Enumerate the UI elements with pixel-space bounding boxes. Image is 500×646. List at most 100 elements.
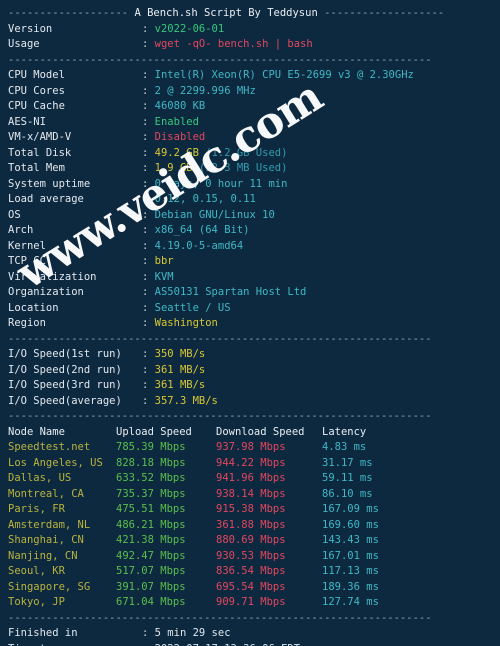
colon: : [142,69,155,81]
io-speed-1-value: 350 MB/s [154,348,206,360]
table-row: Seoul, KR 517.07 Mbps 836.54 Mbps 117.13 ms [8,564,492,580]
location-row: Location: Seattle / US [8,301,492,317]
terminal-window: ------------------- A Bench.sh Script By… [0,0,500,646]
total-disk-row: Total Disk: 49.2 GB (1.2 GB Used) [8,146,492,162]
colon: : [142,286,155,298]
latency: 189.36 ms [322,580,379,593]
colon: : [142,115,155,128]
organization-value: AS50131 Spartan Host Ltd [154,286,307,298]
node-name: Seoul, KR [8,565,65,577]
load-average-label: Load average [8,193,84,205]
colon: : [142,643,155,646]
download-speed: 836.54 Mbps [216,565,286,577]
finished-in-value: 5 min 29 sec [154,627,231,639]
upload-speed: 421.38 Mbps [116,534,186,546]
tcp-cc-value: bbr [154,255,174,267]
table-row: Tokyo, JP 671.04 Mbps 909.71 Mbps 127.74 ms [8,595,492,611]
system-uptime-value: 0 days, 0 hour 11 min [154,177,288,190]
table-row: Montreal, CA 735.37 Mbps 938.14 Mbps 86.10 … [8,487,492,503]
finished-in-label: Finished in [8,627,78,639]
colon: : [142,301,155,314]
latency: 31.17 ms [322,456,373,469]
upload-speed: 475.51 Mbps [116,503,186,515]
io-speed-avg-label: I/O Speed(average) [8,394,122,407]
table-row: Nanjing, CN 492.47 Mbps 930.53 Mbps 167.01 … [8,549,492,565]
io-speed-2-value: 361 MB/s [154,363,206,376]
cpu-cache-label: CPU Cache [8,100,65,112]
latency: 86.10 ms [322,487,373,500]
os-value: Debian GNU/Linux 10 [154,208,275,221]
region-label: Region [8,317,46,329]
system-uptime-row: System uptime: 0 days, 0 hour 11 min [8,177,492,193]
node-name: Tokyo, JP [8,596,65,608]
table-row: Singapore, SG 391.07 Mbps 695.54 Mbps 189.3… [8,580,492,596]
organization-row: Organization: AS50131 Spartan Host Ltd [8,285,492,301]
node-name: Amsterdam, NL [8,518,91,531]
upload-speed: 391.07 Mbps [116,580,186,593]
upload-speed: 633.52 Mbps [116,472,186,484]
io-speed-3-row: I/O Speed(3rd run): 361 MB/s [8,378,492,394]
node-name: Nanjing, CN [8,549,78,562]
latency: 143.43 ms [322,534,379,546]
header-dash-right: ------------------- [317,7,445,19]
timestamp-value: 2022-07-17 13:36:06 EDT [155,643,300,646]
region-value: Washington [154,317,218,329]
header-node-name: Node Name [8,425,65,438]
finished-in-row: Finished in: 5 min 29 sec [8,626,492,642]
virtualization-label: Virtualization [8,270,97,283]
header-dash-left: ------------------- [8,7,135,19]
total-mem-value: 1.9 GB [154,162,199,174]
region-row: Region: Washington [8,316,492,332]
table-row: Shanghai, CN 421.38 Mbps 880.69 Mbps 143.43… [8,533,492,549]
upload-speed: 735.37 Mbps [116,487,186,500]
virtualization-row: Virtualization: KVM [8,270,492,286]
separator-4: ----------------------------------------… [8,611,432,624]
vmx-amdv-value: Disabled [154,131,206,143]
colon: : [142,177,155,190]
cpu-model-value: Intel(R) Xeon(R) CPU E5-2699 v3 @ 2.30GH… [154,69,414,81]
usage-label: Usage [8,38,40,50]
total-disk-used: (1.2 GB Used) [205,146,288,159]
virtualization-value: KVM [154,270,174,283]
colon: : [142,146,155,159]
separator-3: ----------------------------------------… [8,410,432,422]
kernel-row: Kernel: 4.19.0-5-amd64 [8,239,492,255]
colon: : [142,317,155,329]
usage-value: wget -qO- bench.sh | bash [154,38,313,50]
aes-ni-label: AES-NI [8,115,46,128]
header-upload-speed: Upload Speed [116,425,192,438]
io-speed-3-label: I/O Speed(3rd run) [8,379,122,391]
colon: : [142,100,155,112]
download-speed: 880.69 Mbps [216,534,286,546]
separator-2: ----------------------------------------… [8,332,432,345]
header-download-speed: Download Speed [216,425,305,438]
kernel-value: 4.19.0-5-amd64 [154,239,244,252]
latency: 59.11 ms [322,472,373,484]
total-mem-label: Total Mem [8,162,65,174]
colon: : [142,255,155,267]
io-speed-2-row: I/O Speed(2nd run): 361 MB/s [8,363,492,379]
version-label: Version [8,22,53,35]
node-name: Paris, FR [8,503,65,515]
speedtest-header-row: Node Name Upload Speed Download Speed Laten… [8,425,492,441]
tcp-cc-label: TCP CC [8,255,46,267]
download-speed: 937.98 Mbps [216,441,286,453]
latency: 167.01 ms [322,549,379,562]
location-value: Seattle / US [154,301,231,314]
location-label: Location [8,301,59,314]
colon: : [142,162,155,174]
download-speed: 944.22 Mbps [216,456,286,469]
vmx-amdv-row: VM-x/AMD-V: Disabled [8,130,492,146]
upload-speed: 828.18 Mbps [116,456,186,469]
colon: : [142,208,155,221]
upload-speed: 671.04 Mbps [116,596,186,608]
separator-1: ----------------------------------------… [8,53,432,66]
cpu-cache-value: 46080 KB [154,100,206,112]
colon: : [142,348,155,360]
total-disk-label: Total Disk [8,146,72,159]
arch-value: x86_64 (64 Bit) [154,224,250,236]
colon: : [142,131,155,143]
organization-label: Organization [8,286,84,298]
timestamp-label: Timestamp [8,642,142,646]
total-mem-used: (92.3 MB Used) [198,162,288,174]
